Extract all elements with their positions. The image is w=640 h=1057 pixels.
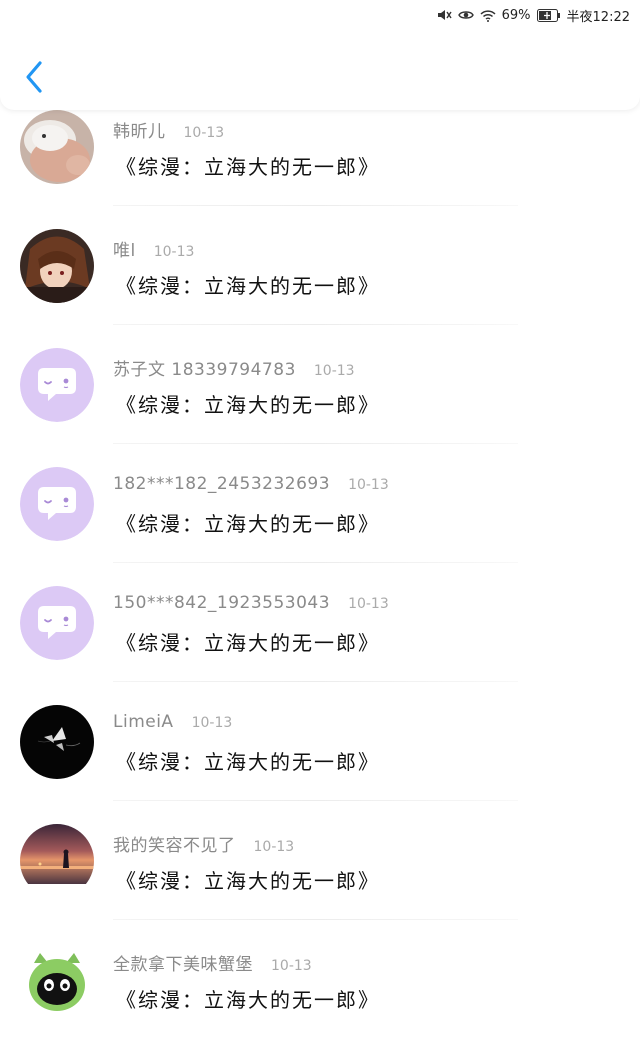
comment-text[interactable]: 《综漫：立海大的无一郎》: [116, 984, 380, 1013]
username: 韩昕儿: [113, 122, 166, 142]
comment-text[interactable]: 《综漫：立海大的无一郎》: [116, 508, 380, 537]
divider: [113, 324, 518, 325]
username: LimeiA: [113, 712, 174, 732]
list-item[interactable]: 全款拿下美味蟹堡 10-13 《综漫：立海大的无一郎》: [0, 938, 640, 1057]
comment-text[interactable]: 《综漫：立海大的无一郎》: [116, 151, 380, 180]
comment-date: 10-13: [348, 596, 389, 612]
divider: [113, 919, 518, 920]
avatar[interactable]: [20, 229, 94, 303]
eye-icon: [457, 9, 474, 21]
username: 唯l: [113, 241, 136, 261]
username: 150***842_1923553043: [113, 593, 331, 613]
comment-date: 10-13: [271, 958, 312, 974]
comment-text[interactable]: 《综漫：立海大的无一郎》: [116, 389, 380, 418]
avatar[interactable]: [20, 824, 94, 898]
list-item[interactable]: 我的笑容不见了 10-13 《综漫：立海大的无一郎》: [0, 819, 640, 938]
avatar[interactable]: [20, 943, 94, 1017]
avatar[interactable]: [20, 705, 94, 779]
divider: [113, 562, 518, 563]
status-bar: 69% 半夜12:22: [0, 0, 640, 30]
avatar[interactable]: [20, 110, 94, 184]
list-item[interactable]: 182***182_2453232693 10-13 《综漫：立海大的无一郎》: [0, 462, 640, 581]
divider: [113, 443, 518, 444]
divider: [113, 205, 518, 206]
mute-icon: [436, 8, 452, 22]
divider: [113, 681, 518, 682]
list-item[interactable]: 苏子文 18339794783 10-13 《综漫：立海大的无一郎》: [0, 343, 640, 462]
comment-text[interactable]: 《综漫：立海大的无一郎》: [116, 270, 380, 299]
list-item[interactable]: 韩昕儿 10-13 《综漫：立海大的无一郎》: [0, 105, 640, 224]
comment-list: 韩昕儿 10-13 《综漫：立海大的无一郎》 唯l 10-13 《综漫：立海大的…: [0, 105, 640, 1057]
wifi-icon: [480, 9, 496, 22]
chat-bubble-icon: [20, 586, 94, 660]
comment-date: 10-13: [313, 363, 355, 379]
list-item[interactable]: 唯l 10-13 《综漫：立海大的无一郎》: [0, 224, 640, 343]
comment-text[interactable]: 《综漫：立海大的无一郎》: [116, 627, 380, 656]
back-button[interactable]: [20, 58, 48, 96]
header-bar: 69% 半夜12:22: [0, 0, 640, 110]
chat-bubble-icon: [20, 467, 94, 541]
avatar[interactable]: [20, 586, 94, 660]
comment-date: 10-13: [183, 125, 225, 141]
username: 苏子文 18339794783: [113, 360, 296, 380]
status-time: 半夜12:22: [566, 9, 630, 25]
chevron-left-icon: [26, 61, 42, 93]
chat-bubble-icon: [20, 348, 94, 422]
comment-date: 10-13: [253, 839, 295, 855]
comment-date: 10-13: [348, 477, 389, 493]
username: 全款拿下美味蟹堡: [113, 955, 253, 975]
comment-text[interactable]: 《综漫：立海大的无一郎》: [116, 746, 380, 775]
avatar[interactable]: [20, 467, 94, 541]
list-item[interactable]: 150***842_1923553043 10-13 《综漫：立海大的无一郎》: [0, 581, 640, 700]
avatar[interactable]: [20, 348, 94, 422]
comment-date: 10-13: [191, 715, 233, 731]
username: 182***182_2453232693: [113, 474, 331, 494]
battery-icon: [536, 8, 561, 22]
username: 我的笑容不见了: [113, 836, 236, 856]
divider: [113, 800, 518, 801]
comment-text[interactable]: 《综漫：立海大的无一郎》: [116, 865, 380, 894]
battery-percentage: 69%: [501, 7, 531, 23]
comment-date: 10-13: [153, 244, 195, 260]
list-item[interactable]: LimeiA 10-13 《综漫：立海大的无一郎》: [0, 700, 640, 819]
